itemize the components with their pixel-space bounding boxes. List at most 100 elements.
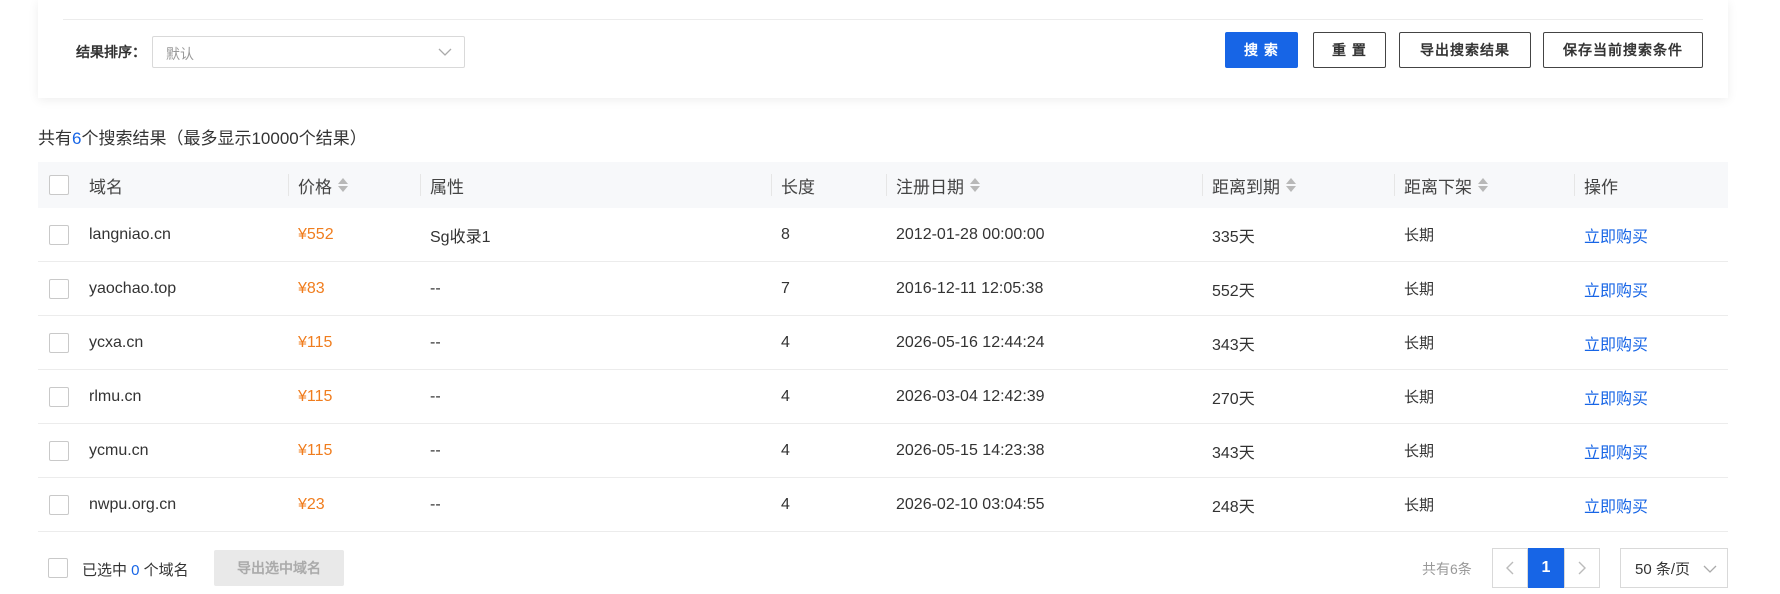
- row-checkbox[interactable]: [49, 224, 69, 245]
- col-expire-label: 距离到期: [1212, 177, 1280, 197]
- attribute: --: [430, 279, 441, 297]
- chevron-down-icon: [438, 48, 452, 56]
- filter-panel: 结果排序： 默认 搜 索 重 置 导出搜索结果 保存当前搜索条件: [38, 0, 1728, 98]
- expire-days: 270天: [1212, 390, 1255, 408]
- row-checkbox[interactable]: [49, 332, 69, 353]
- domain-name: rlmu.cn: [89, 387, 142, 405]
- sort-select-value: 默认: [166, 46, 194, 62]
- col-separator: [1394, 174, 1395, 196]
- expire-days: 248天: [1212, 498, 1255, 516]
- col-separator: [886, 174, 887, 196]
- chevron-right-icon: [1578, 561, 1586, 575]
- col-separator: [1202, 174, 1203, 196]
- buy-now-link[interactable]: 立即购买: [1584, 370, 1648, 423]
- reg-date: 2026-03-04 12:42:39: [896, 387, 1045, 405]
- offshelf: 长期: [1404, 281, 1435, 298]
- export-results-button[interactable]: 导出搜索结果: [1399, 32, 1531, 68]
- domain-name: langniao.cn: [89, 225, 171, 243]
- attribute: --: [430, 333, 441, 351]
- buy-now-link[interactable]: 立即购买: [1584, 478, 1648, 531]
- result-summary: 共有6个搜索结果（最多显示10000个结果）: [38, 124, 367, 149]
- buy-now-link[interactable]: 立即购买: [1584, 262, 1648, 315]
- select-all-footer-checkbox[interactable]: [48, 558, 68, 578]
- col-length: 长度: [781, 177, 815, 197]
- expire-days: 343天: [1212, 336, 1255, 354]
- pagination-total: 共有6条: [1422, 561, 1472, 577]
- table-row: rlmu.cn ¥115 -- 4 2026-03-04 12:42:39 27…: [38, 370, 1728, 424]
- price: ¥83: [298, 279, 325, 297]
- export-selected-button[interactable]: 导出选中域名: [214, 550, 344, 586]
- price: ¥115: [298, 387, 333, 405]
- page-1-button[interactable]: 1: [1528, 548, 1564, 588]
- buy-now-link[interactable]: 立即购买: [1584, 316, 1648, 369]
- reg-date: 2026-05-16 12:44:24: [896, 333, 1045, 351]
- selected-count: 0: [131, 562, 140, 579]
- length: 7: [781, 279, 790, 297]
- expire-days: 335天: [1212, 228, 1255, 246]
- col-reg-date-label: 注册日期: [896, 177, 964, 197]
- price: ¥115: [298, 333, 333, 351]
- prev-page-button[interactable]: [1492, 548, 1528, 588]
- domain-name: ycxa.cn: [89, 333, 144, 351]
- col-domain: 域名: [89, 177, 123, 197]
- col-expire[interactable]: 距离到期: [1212, 162, 1296, 208]
- col-separator: [1574, 174, 1575, 196]
- col-price[interactable]: 价格: [298, 162, 348, 208]
- chevron-down-icon: [1703, 565, 1717, 573]
- length: 4: [781, 495, 790, 513]
- offshelf: 长期: [1404, 227, 1435, 244]
- length: 4: [781, 387, 790, 405]
- sort-icon: [338, 178, 348, 192]
- row-checkbox[interactable]: [49, 440, 69, 461]
- reset-button[interactable]: 重 置: [1313, 32, 1386, 68]
- col-offshelf-label: 距离下架: [1404, 177, 1472, 197]
- col-offshelf[interactable]: 距离下架: [1404, 162, 1488, 208]
- row-checkbox[interactable]: [49, 494, 69, 515]
- sort-icon: [1478, 178, 1488, 192]
- reg-date: 2026-02-10 03:04:55: [896, 495, 1045, 513]
- offshelf: 长期: [1404, 389, 1435, 406]
- attribute: --: [430, 387, 441, 405]
- offshelf: 长期: [1404, 335, 1435, 352]
- summary-prefix: 共有: [38, 129, 72, 148]
- col-separator: [420, 174, 421, 196]
- expire-days: 343天: [1212, 444, 1255, 462]
- domain-name: yaochao.top: [89, 279, 177, 297]
- buy-now-link[interactable]: 立即购买: [1584, 424, 1648, 477]
- table-row: nwpu.org.cn ¥23 -- 4 2026-02-10 03:04:55…: [38, 478, 1728, 532]
- table-header: 域名 价格 属性 长度 注册日期 距离到期 距离下架 操作: [38, 162, 1728, 208]
- expire-days: 552天: [1212, 282, 1255, 300]
- buy-now-link[interactable]: 立即购买: [1584, 208, 1648, 261]
- reg-date: 2026-05-15 14:23:38: [896, 441, 1045, 459]
- offshelf: 长期: [1404, 497, 1435, 514]
- table-row: ycxa.cn ¥115 -- 4 2026-05-16 12:44:24 34…: [38, 316, 1728, 370]
- length: 4: [781, 333, 790, 351]
- reg-date: 2012-01-28 00:00:00: [896, 225, 1045, 243]
- summary-suffix: 个搜索结果（最多显示10000个结果）: [81, 129, 367, 148]
- sort-icon: [970, 178, 980, 192]
- table-row: ycmu.cn ¥115 -- 4 2026-05-15 14:23:38 34…: [38, 424, 1728, 478]
- row-checkbox[interactable]: [49, 278, 69, 299]
- attribute: --: [430, 441, 441, 459]
- search-button[interactable]: 搜 索: [1225, 32, 1298, 68]
- row-checkbox[interactable]: [49, 386, 69, 407]
- selected-count-text: 已选中 0 个域名: [82, 562, 189, 579]
- col-attr: 属性: [430, 177, 464, 197]
- page-size-select[interactable]: 50 条/页: [1620, 548, 1728, 588]
- col-price-label: 价格: [298, 177, 332, 197]
- next-page-button[interactable]: [1564, 548, 1600, 588]
- length: 4: [781, 441, 790, 459]
- col-action: 操作: [1584, 177, 1618, 197]
- attribute: --: [430, 495, 441, 513]
- col-separator: [771, 174, 772, 196]
- sort-select[interactable]: 默认: [152, 36, 465, 68]
- select-all-checkbox[interactable]: [49, 175, 69, 195]
- col-reg-date[interactable]: 注册日期: [896, 162, 980, 208]
- filter-divider: [63, 19, 1703, 20]
- chevron-left-icon: [1506, 561, 1514, 575]
- save-conditions-button[interactable]: 保存当前搜索条件: [1543, 32, 1703, 68]
- price: ¥23: [298, 495, 325, 513]
- table-row: langniao.cn ¥552 Sg收录1 8 2012-01-28 00:0…: [38, 208, 1728, 262]
- col-separator: [288, 174, 289, 196]
- table-footer: 已选中 0 个域名 导出选中域名 共有6条 1 50 条/页: [0, 548, 1780, 588]
